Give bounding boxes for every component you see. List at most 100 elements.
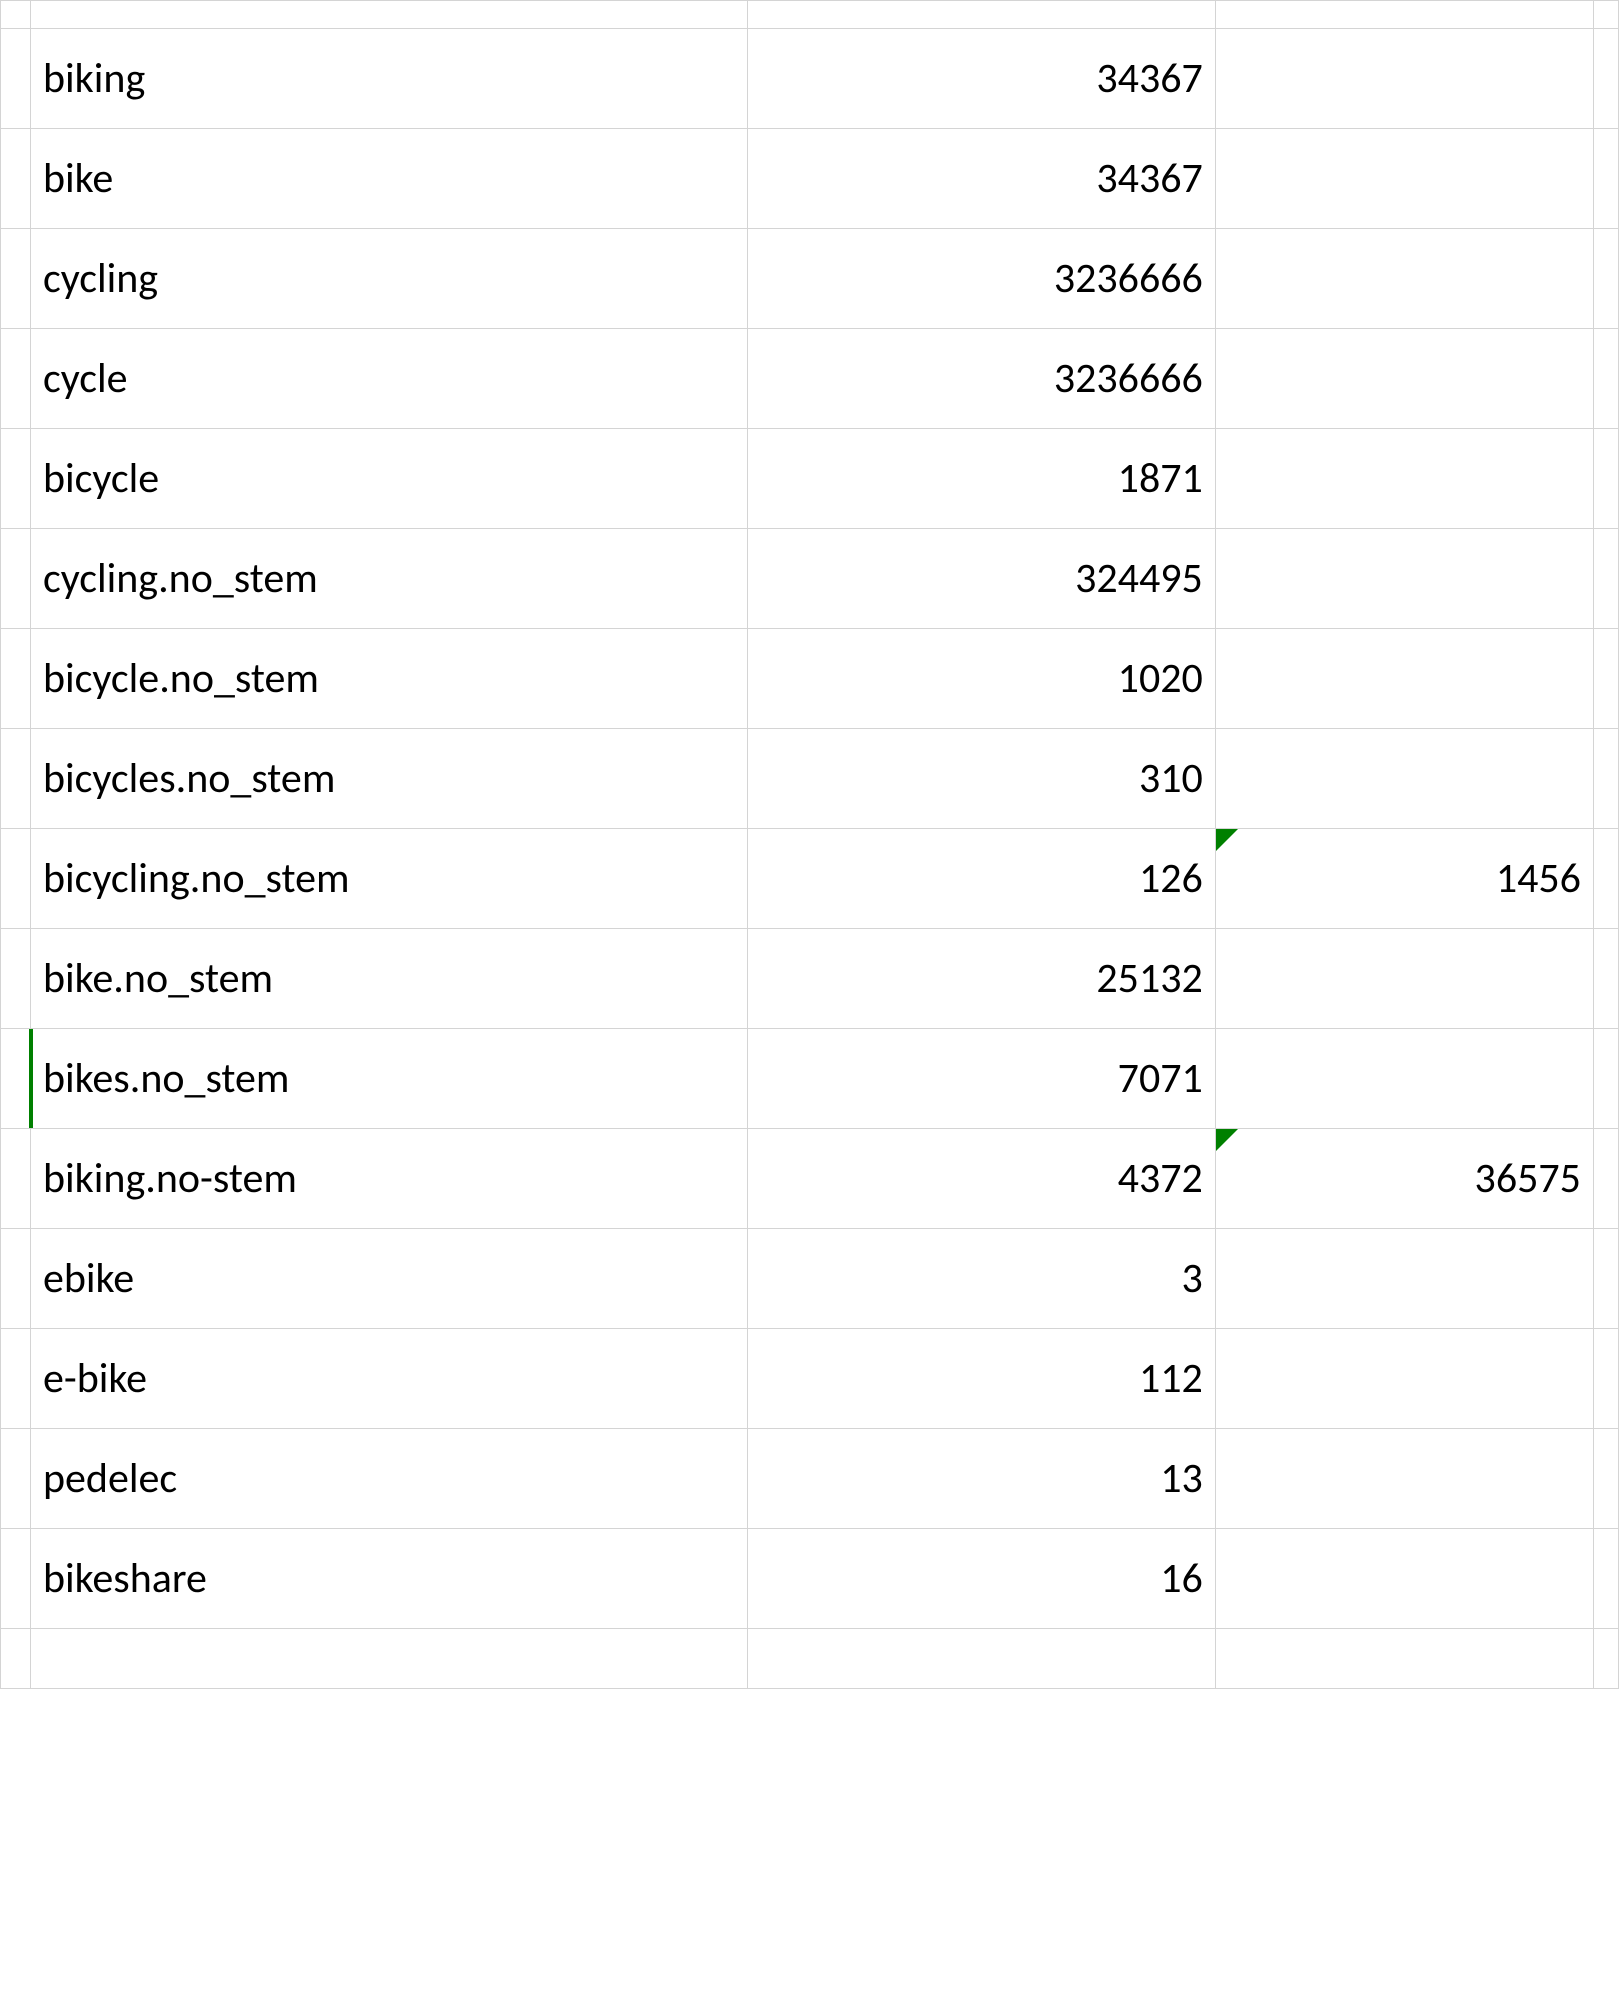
cell-empty[interactable] bbox=[1593, 1329, 1618, 1429]
term-cell[interactable]: cycling.no_stem bbox=[30, 529, 747, 629]
row-gutter[interactable] bbox=[1, 729, 31, 829]
extra-cell[interactable] bbox=[1215, 29, 1593, 129]
cell-empty[interactable] bbox=[1593, 129, 1618, 229]
spreadsheet-grid[interactable]: biking34367bike34367cycling3236666cycle3… bbox=[0, 0, 1619, 1689]
cell-empty[interactable] bbox=[1593, 629, 1618, 729]
count-cell[interactable]: 3236666 bbox=[748, 229, 1216, 329]
row-gutter[interactable] bbox=[1, 129, 31, 229]
extra-cell[interactable] bbox=[1215, 229, 1593, 329]
cell-empty[interactable] bbox=[1593, 529, 1618, 629]
row-gutter[interactable] bbox=[1, 329, 31, 429]
extra-cell[interactable] bbox=[1215, 329, 1593, 429]
row-gutter[interactable] bbox=[1, 1129, 31, 1229]
term-cell[interactable]: e-bike bbox=[30, 1329, 747, 1429]
term-cell[interactable]: bikeshare bbox=[30, 1529, 747, 1629]
cell-empty[interactable] bbox=[1, 1, 31, 29]
cell-empty[interactable] bbox=[1593, 1029, 1618, 1129]
cell-empty[interactable] bbox=[1593, 829, 1618, 929]
count-cell[interactable]: 1020 bbox=[748, 629, 1216, 729]
cell-empty[interactable] bbox=[1593, 729, 1618, 829]
row-gutter[interactable] bbox=[1, 629, 31, 729]
count-cell[interactable]: 16 bbox=[748, 1529, 1216, 1629]
cell-empty[interactable] bbox=[1593, 329, 1618, 429]
table-row: bike.no_stem25132 bbox=[1, 929, 1619, 1029]
row-gutter[interactable] bbox=[1, 529, 31, 629]
cell-empty[interactable] bbox=[748, 1, 1216, 29]
term-cell[interactable]: cycling bbox=[30, 229, 747, 329]
row-gutter[interactable] bbox=[1, 29, 31, 129]
count-cell[interactable]: 112 bbox=[748, 1329, 1216, 1429]
cell-empty[interactable] bbox=[1593, 1, 1618, 29]
extra-cell[interactable]: 36575 bbox=[1215, 1129, 1593, 1229]
extra-cell[interactable] bbox=[1215, 729, 1593, 829]
table-row: bicycle1871 bbox=[1, 429, 1619, 529]
cell-empty[interactable] bbox=[748, 1629, 1216, 1689]
cell-empty[interactable] bbox=[30, 1, 747, 29]
count-cell[interactable]: 1871 bbox=[748, 429, 1216, 529]
term-cell[interactable]: bicycling.no_stem bbox=[30, 829, 747, 929]
term-cell[interactable]: bicycles.no_stem bbox=[30, 729, 747, 829]
extra-cell[interactable] bbox=[1215, 1229, 1593, 1329]
count-cell[interactable]: 7071 bbox=[748, 1029, 1216, 1129]
term-cell[interactable]: biking.no-stem bbox=[30, 1129, 747, 1229]
extra-cell[interactable] bbox=[1215, 429, 1593, 529]
cell-empty[interactable] bbox=[1593, 429, 1618, 529]
count-cell[interactable]: 310 bbox=[748, 729, 1216, 829]
row-gutter[interactable] bbox=[1, 1229, 31, 1329]
term-cell[interactable]: bike bbox=[30, 129, 747, 229]
row-gutter[interactable] bbox=[1, 929, 31, 1029]
row-gutter[interactable] bbox=[1, 429, 31, 529]
count-cell[interactable]: 13 bbox=[748, 1429, 1216, 1529]
count-cell[interactable]: 324495 bbox=[748, 529, 1216, 629]
table-row: cycle3236666 bbox=[1, 329, 1619, 429]
table-row: bikeshare16 bbox=[1, 1529, 1619, 1629]
cell-empty[interactable] bbox=[1593, 1529, 1618, 1629]
table-row: bikes.no_stem7071 bbox=[1, 1029, 1619, 1129]
count-cell[interactable]: 4372 bbox=[748, 1129, 1216, 1229]
extra-cell[interactable] bbox=[1215, 129, 1593, 229]
cell-empty[interactable] bbox=[30, 1629, 747, 1689]
cell-empty[interactable] bbox=[1593, 1429, 1618, 1529]
table-row: cycling3236666 bbox=[1, 229, 1619, 329]
row-gutter[interactable] bbox=[1, 1429, 31, 1529]
count-cell[interactable]: 126 bbox=[748, 829, 1216, 929]
cell-empty[interactable] bbox=[1, 1629, 31, 1689]
row-gutter[interactable] bbox=[1, 829, 31, 929]
cell-empty[interactable] bbox=[1593, 29, 1618, 129]
count-cell[interactable]: 3236666 bbox=[748, 329, 1216, 429]
term-cell[interactable]: bicycle bbox=[30, 429, 747, 529]
row-gutter[interactable] bbox=[1, 229, 31, 329]
row-gutter[interactable] bbox=[1, 1029, 31, 1129]
extra-cell[interactable] bbox=[1215, 1429, 1593, 1529]
table-row: cycling.no_stem324495 bbox=[1, 529, 1619, 629]
extra-cell[interactable] bbox=[1215, 1529, 1593, 1629]
cell-empty[interactable] bbox=[1593, 229, 1618, 329]
term-cell[interactable]: bicycle.no_stem bbox=[30, 629, 747, 729]
term-cell[interactable]: cycle bbox=[30, 329, 747, 429]
extra-cell[interactable]: 1456 bbox=[1215, 829, 1593, 929]
count-cell[interactable]: 25132 bbox=[748, 929, 1216, 1029]
cell-empty[interactable] bbox=[1593, 929, 1618, 1029]
extra-cell[interactable] bbox=[1215, 629, 1593, 729]
term-cell[interactable]: bikes.no_stem bbox=[30, 1029, 747, 1129]
count-cell[interactable]: 3 bbox=[748, 1229, 1216, 1329]
table-row: pedelec13 bbox=[1, 1429, 1619, 1529]
extra-cell[interactable] bbox=[1215, 1329, 1593, 1429]
cell-empty[interactable] bbox=[1593, 1629, 1618, 1689]
cell-empty[interactable] bbox=[1593, 1129, 1618, 1229]
term-cell[interactable]: pedelec bbox=[30, 1429, 747, 1529]
cell-empty[interactable] bbox=[1215, 1629, 1593, 1689]
row-gutter[interactable] bbox=[1, 1529, 31, 1629]
row-gutter[interactable] bbox=[1, 1329, 31, 1429]
cell-empty[interactable] bbox=[1215, 1, 1593, 29]
extra-cell[interactable] bbox=[1215, 1029, 1593, 1129]
extra-cell[interactable] bbox=[1215, 929, 1593, 1029]
term-cell[interactable]: ebike bbox=[30, 1229, 747, 1329]
cell-empty[interactable] bbox=[1593, 1229, 1618, 1329]
count-cell[interactable]: 34367 bbox=[748, 29, 1216, 129]
term-cell[interactable]: biking bbox=[30, 29, 747, 129]
extra-cell[interactable] bbox=[1215, 529, 1593, 629]
term-cell[interactable]: bike.no_stem bbox=[30, 929, 747, 1029]
count-cell[interactable]: 34367 bbox=[748, 129, 1216, 229]
table-row: bike34367 bbox=[1, 129, 1619, 229]
